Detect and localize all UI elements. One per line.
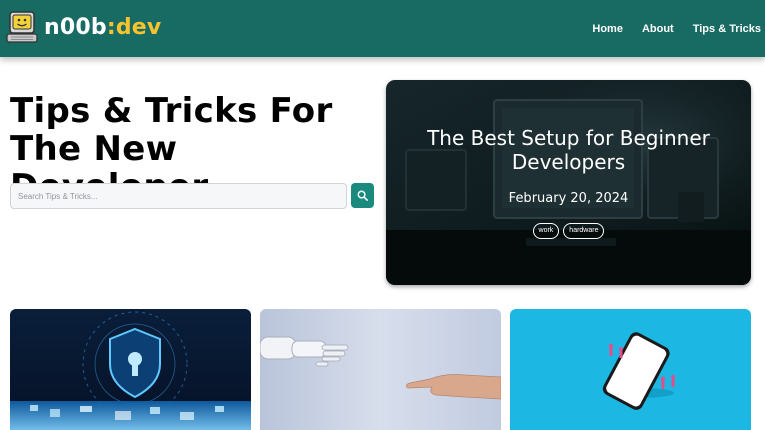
search-button[interactable] <box>351 183 374 208</box>
robot-human-hands-image <box>260 309 501 430</box>
nav-link-about[interactable]: About <box>642 23 674 35</box>
nav-link-tips-tricks[interactable]: Tips & Tricks <box>693 23 761 35</box>
brand-accent: :dev <box>106 14 162 40</box>
featured-post-card[interactable]: The Best Setup for Beginner Developers Fe… <box>386 80 751 285</box>
post-card-security[interactable] <box>10 309 251 430</box>
tag-work[interactable]: work <box>532 223 560 239</box>
post-card-mobile[interactable] <box>510 309 751 430</box>
navbar: n00b:dev Home About Tips & Tricks <box>0 0 765 57</box>
featured-post-date: February 20, 2024 <box>508 191 629 206</box>
brand[interactable]: n00b:dev <box>5 7 161 47</box>
featured-post-image <box>386 80 751 285</box>
nav-link-home[interactable]: Home <box>592 23 623 35</box>
smartphone-figures-image <box>510 309 751 430</box>
nav-links: Home About Tips & Tricks <box>573 0 761 57</box>
brand-name: n00b:dev <box>44 14 162 40</box>
cybersecurity-shield-image <box>10 309 251 430</box>
search-input[interactable] <box>10 183 347 209</box>
featured-post-tags: work hardware <box>386 223 751 239</box>
featured-post-title: The Best Setup for Beginner Developers <box>427 126 710 174</box>
page-title-line-1: Tips & Tricks For <box>10 91 333 131</box>
search-icon <box>357 190 368 201</box>
tag-hardware[interactable]: hardware <box>563 223 605 239</box>
retro-computer-logo-icon <box>6 11 38 43</box>
post-card-ai[interactable] <box>260 309 501 430</box>
